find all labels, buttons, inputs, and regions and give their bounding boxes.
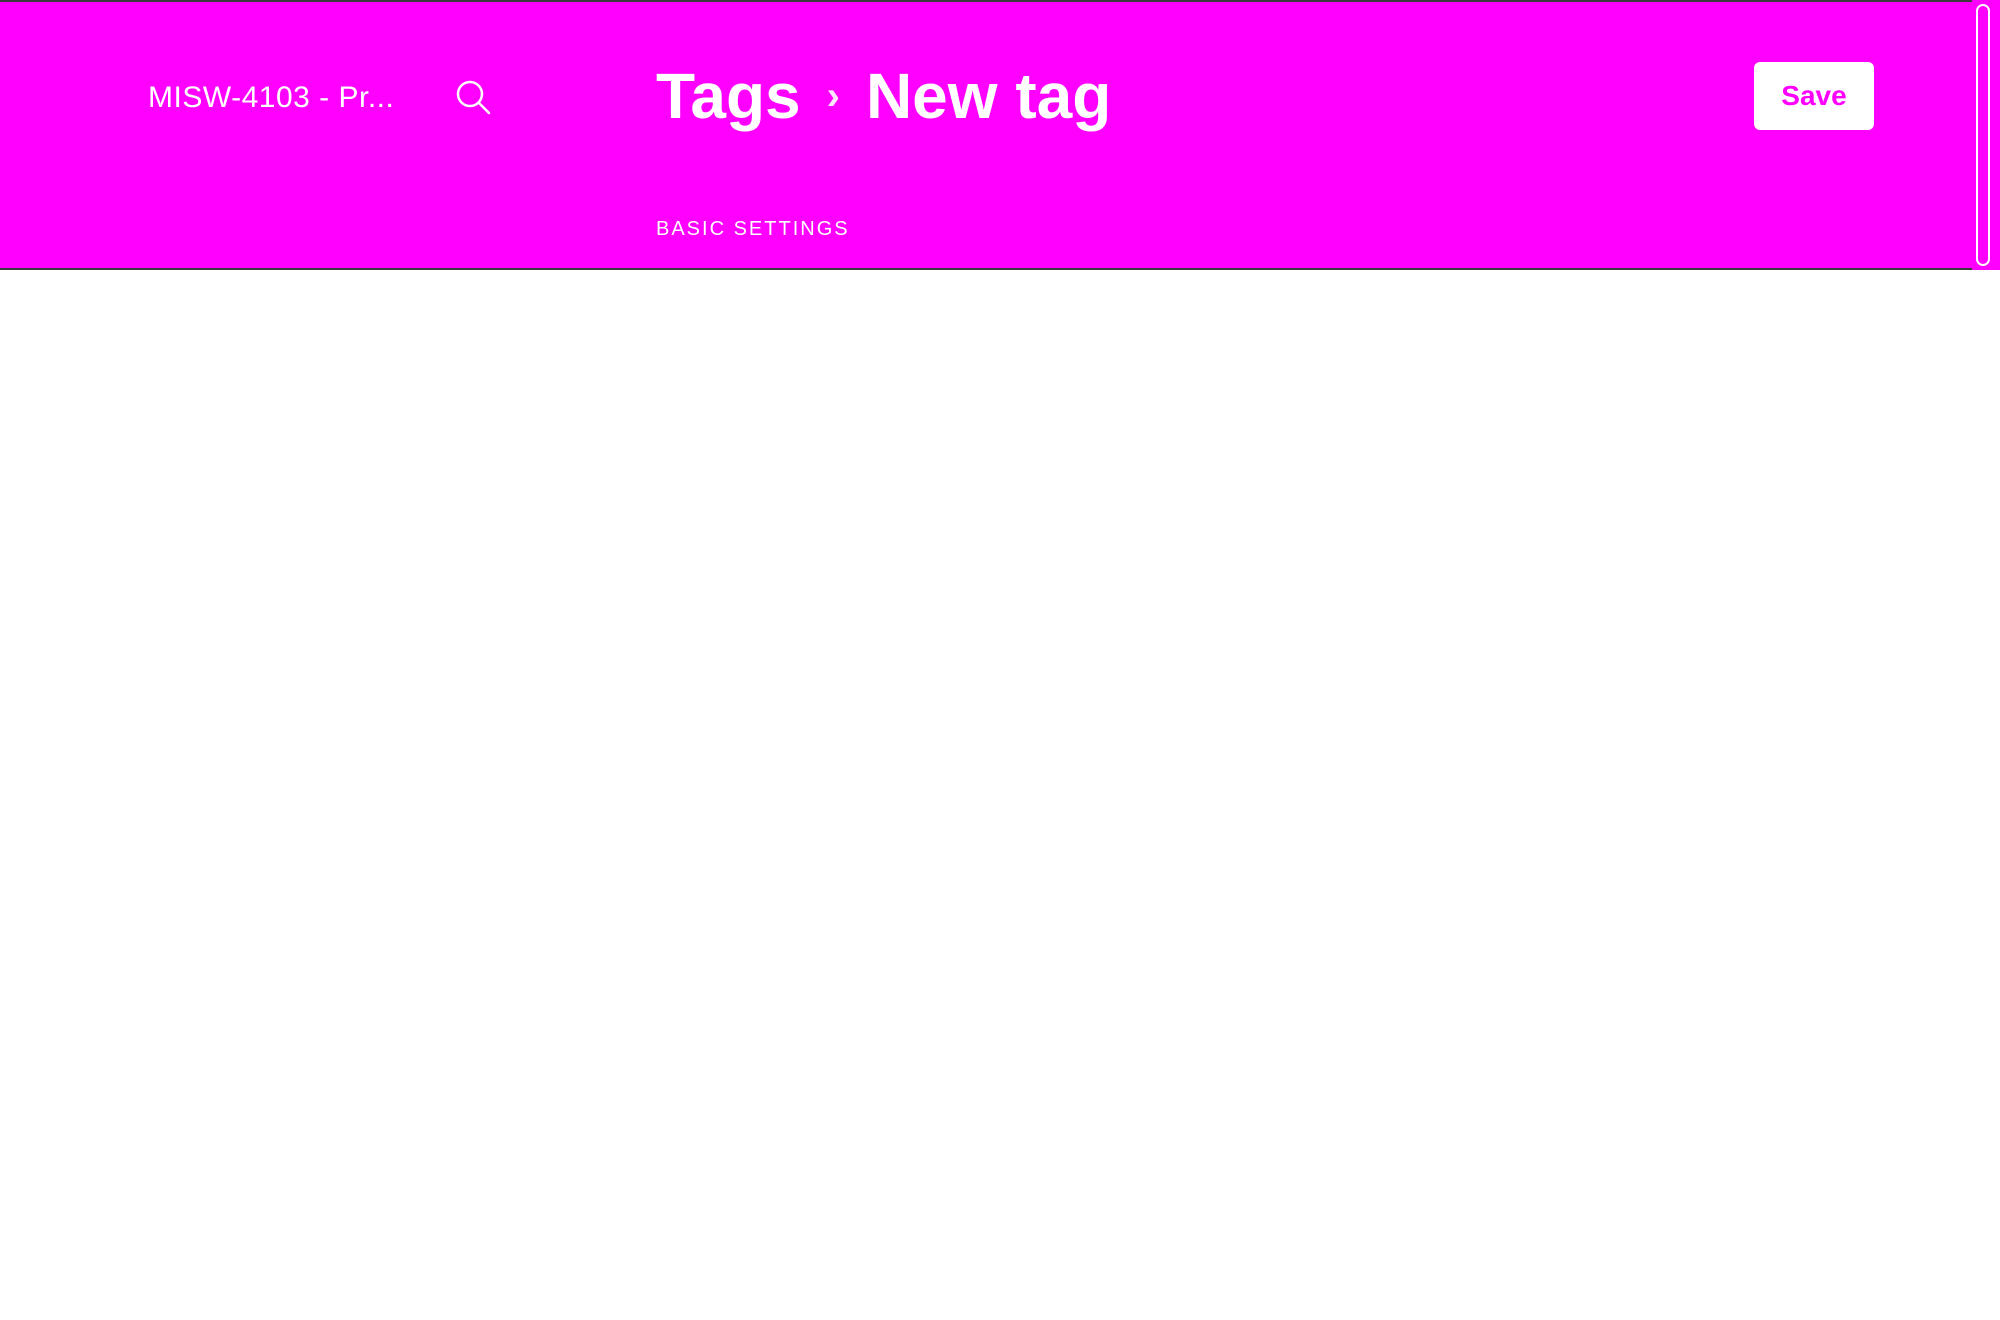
main-content-area <box>0 270 2000 1320</box>
breadcrumb: Tags › New tag <box>656 56 1111 136</box>
page-title: New tag <box>865 60 1112 132</box>
header-bar: MISW-4103 - Pr... Tags › New tag Save BA… <box>0 0 1972 270</box>
section-label-basic-settings: BASIC SETTINGS <box>656 218 850 240</box>
breadcrumb-separator: › <box>826 74 840 118</box>
tag-editor-screen: MISW-4103 - Pr... Tags › New tag Save BA… <box>0 0 2000 1320</box>
site-title[interactable]: MISW-4103 - Pr... <box>148 78 410 118</box>
search-icon <box>456 80 491 115</box>
scrollbar[interactable] <box>1972 0 2000 270</box>
scrollbar-thumb[interactable] <box>1976 4 1990 266</box>
save-button[interactable]: Save <box>1754 62 1874 130</box>
search-button[interactable] <box>448 72 498 122</box>
sidebar-header: MISW-4103 - Pr... <box>0 2 558 272</box>
breadcrumb-tags-link[interactable]: Tags <box>656 56 801 136</box>
